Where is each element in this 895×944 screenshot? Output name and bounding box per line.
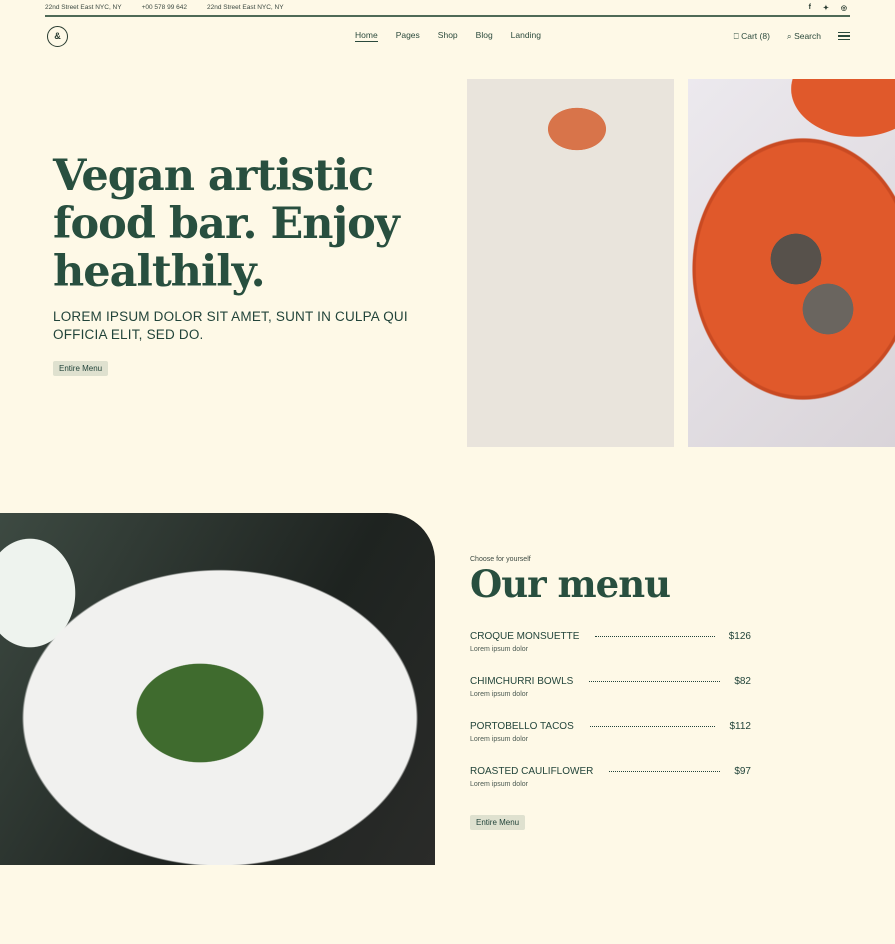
menu-title: Our menu: [470, 562, 671, 606]
facebook-icon[interactable]: f: [809, 4, 811, 12]
dot-leader: [589, 681, 721, 682]
menu-item-price: $97: [734, 766, 751, 777]
logo[interactable]: &: [47, 25, 68, 47]
menu-item-desc: Lorem ipsum dolor: [470, 781, 528, 788]
nav-item-pages[interactable]: Pages: [396, 30, 420, 42]
menu-item-desc: Lorem ipsum dolor: [470, 691, 528, 698]
menu-item-name: CROQUE MONSUETTE: [470, 631, 580, 642]
hero-entire-menu-button[interactable]: Entire Menu: [53, 361, 109, 376]
cart-label: Cart (8): [741, 30, 770, 41]
hero-subtitle: LOREM IPSUM DOLOR SIT AMET, SUNT IN CULP…: [53, 309, 408, 342]
search-icon: ⌕: [786, 30, 792, 41]
bowl-food-image: [467, 79, 674, 447]
address-text-secondary: 22nd Street East NYC, NY: [206, 4, 284, 11]
phone-text[interactable]: +00 578 99 642: [142, 4, 187, 11]
menu-item: CHIMCHURRI BOWLS $82 Lorem ipsum dolor: [470, 676, 751, 698]
nav-item-blog[interactable]: Blog: [476, 30, 493, 42]
bag-icon: ⎕: [733, 30, 739, 41]
menu-item: CROQUE MONSUETTE $126 Lorem ipsum dolor: [470, 631, 751, 653]
menu-item: ROASTED CAULIFLOWER $97 Lorem ipsum dolor: [470, 766, 751, 788]
top-info-bar: 22nd Street East NYC, NY +00 578 99 642 …: [45, 0, 850, 17]
menu-item-price: $126: [728, 631, 751, 642]
hamburger-menu-icon[interactable]: [838, 31, 850, 41]
menu-item-name: PORTOBELLO TACOS: [470, 721, 574, 732]
search-label: Search: [794, 30, 821, 41]
nav-item-home[interactable]: Home: [355, 30, 378, 42]
menu-entire-menu-button[interactable]: Entire Menu: [470, 815, 526, 830]
menu-item-desc: Lorem ipsum dolor: [470, 736, 528, 743]
dot-leader: [589, 726, 716, 727]
menu-item-desc: Lorem ipsum dolor: [470, 646, 528, 653]
dot-leader: [595, 636, 715, 637]
nav-actions: ⎕ Cart (8) ⌕ Search: [734, 31, 850, 42]
cart-button[interactable]: ⎕ Cart (8): [734, 31, 770, 42]
menu-item-price: $112: [729, 721, 751, 732]
search-button[interactable]: ⌕ Search: [787, 31, 821, 42]
menu-item-name: CHIMCHURRI BOWLS: [470, 676, 574, 687]
salad-plate-image: [0, 513, 435, 865]
nav-menu: Home Pages Shop Blog Landing: [355, 30, 541, 42]
orange-plate-food-image: [688, 79, 895, 447]
address-text: 22nd Street East NYC, NY: [45, 4, 122, 11]
menu-item-price: $82: [734, 676, 751, 687]
main-nav: & Home Pages Shop Blog Landing ⎕ Cart (8…: [45, 22, 850, 50]
social-links: f ✦ ◎: [809, 4, 847, 12]
nav-item-landing[interactable]: Landing: [511, 30, 541, 42]
instagram-icon[interactable]: ◎: [841, 4, 847, 12]
dot-leader: [609, 771, 721, 772]
nav-item-shop[interactable]: Shop: [438, 30, 458, 42]
menu-item: PORTOBELLO TACOS $112 Lorem ipsum dolor: [470, 721, 751, 743]
twitter-icon[interactable]: ✦: [823, 4, 829, 12]
hero-title: Vegan artistic food bar. Enjoy healthily…: [53, 151, 400, 297]
menu-item-name: ROASTED CAULIFLOWER: [470, 766, 594, 777]
